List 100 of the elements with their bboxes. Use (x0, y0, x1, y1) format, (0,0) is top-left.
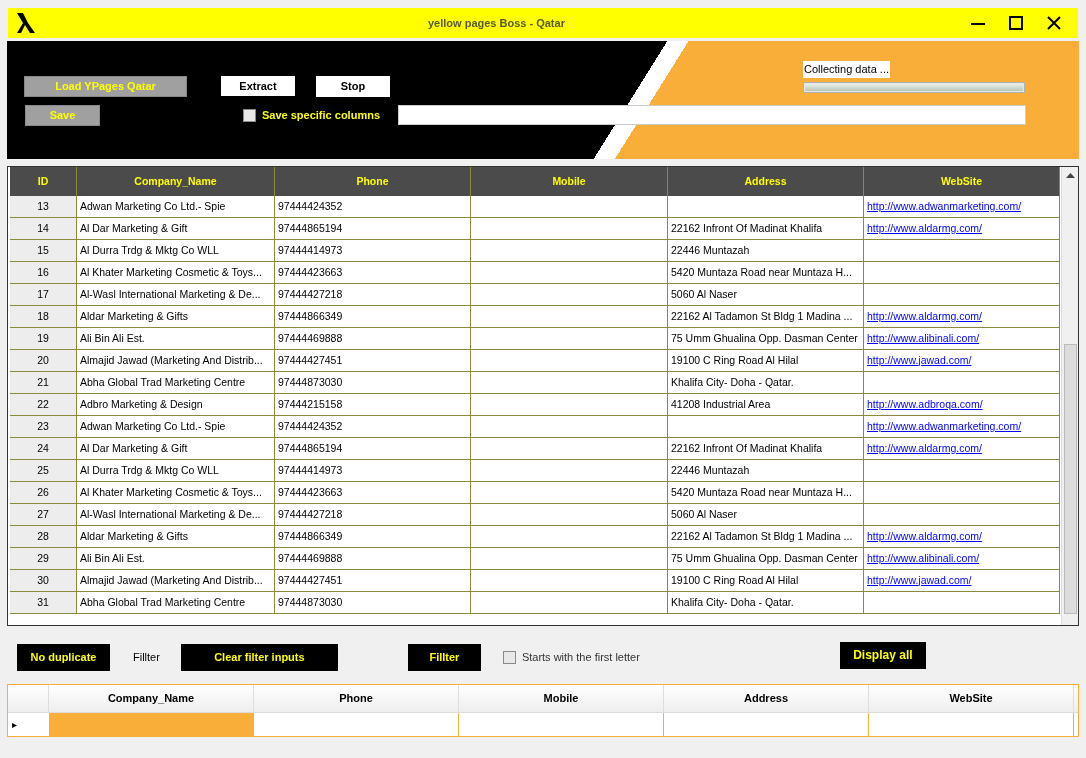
website-link[interactable]: http://www.aldarmg.com/ (867, 440, 982, 457)
checkbox-label: Starts with the first letter (521, 649, 640, 665)
checkbox[interactable] (243, 108, 256, 122)
table-cell-text: 97444873030 (278, 374, 343, 390)
table-cell-text: Al-Wasl International Marketing & De... (80, 286, 261, 302)
table-cell-text: Al Durra Trdg & Mktg Co WLL (80, 242, 219, 258)
table-cell-text: Ali Bin Ali Est. (80, 330, 145, 346)
column-header[interactable]: Company_Name (49, 685, 254, 712)
table-cell-text: 97444423663 (278, 264, 343, 280)
table-cell-text: 75 Umm Ghualina Opp. Dasman Center (671, 550, 858, 566)
website-link[interactable]: http://www.jawad.com/ (867, 352, 972, 369)
row-id: 13 (37, 198, 49, 214)
scroll-up-icon[interactable] (1065, 172, 1075, 178)
column-header[interactable]: WebSite (869, 685, 1074, 712)
column-header[interactable]: WebSite (864, 167, 1060, 196)
column-header[interactable]: Address (668, 167, 864, 196)
table-cell-text: 22446 Muntazah (671, 242, 750, 258)
column-header[interactable]: Address (664, 685, 869, 712)
table-cell-text: Abha Global Trad Marketing Centre (80, 374, 246, 390)
table-cell-text: 22446 Muntazah (671, 462, 750, 478)
table-cell-text: 97444865194 (278, 220, 343, 236)
checkbox[interactable] (502, 650, 516, 664)
row-id: 30 (37, 572, 49, 588)
clear-filter-button[interactable]: Clear filter inputs (180, 643, 338, 671)
maximize-icon[interactable] (1008, 15, 1024, 31)
table-cell-text: 5060 Al Naser (671, 506, 737, 522)
row-id: 31 (37, 594, 49, 610)
table-cell-text: Abha Global Trad Marketing Centre (80, 594, 246, 610)
table-cell-text: Al Khater Marketing Cosmetic & Toys... (80, 484, 262, 500)
status-label: Collecting data ... (803, 61, 890, 78)
row-id: 28 (37, 528, 49, 544)
table-cell-text: 97444469888 (278, 550, 343, 566)
table-cell-text: 97444423663 (278, 484, 343, 500)
table-cell-text: Almajid Jawad (Marketing And Distrib... (80, 352, 263, 368)
filter-button[interactable]: Fillter (407, 643, 481, 671)
website-link[interactable]: http://www.aldarmg.com/ (867, 528, 982, 545)
column-header[interactable]: Company_Name (77, 167, 275, 196)
column-header[interactable]: Mobile (471, 167, 668, 196)
row-id: 14 (37, 220, 49, 236)
table-cell-text: 5060 Al Naser (671, 286, 737, 302)
table-cell-text: Aldar Marketing & Gifts (80, 308, 188, 324)
column-header[interactable]: Phone (254, 685, 459, 712)
row-id: 18 (37, 308, 49, 324)
website-link[interactable]: http://www.aldarmg.com/ (867, 220, 982, 237)
close-icon[interactable] (1046, 15, 1062, 31)
table-cell-text: 97444427451 (278, 572, 343, 588)
stop-button[interactable]: Stop (316, 75, 390, 97)
website-link[interactable]: http://www.alibinali.com/ (867, 550, 980, 567)
table-cell-text: Al Durra Trdg & Mktg Co WLL (80, 462, 219, 478)
table-cell-text: 22162 Al Tadamon St Bldg 1 Madina ... (671, 308, 853, 324)
table-cell-text: Almajid Jawad (Marketing And Distrib... (80, 572, 263, 588)
table-cell-text: 19100 C Ring Road Al Hilal (671, 572, 799, 588)
table-cell-text: Adbro Marketing & Design (80, 396, 203, 412)
row-id: 26 (37, 484, 49, 500)
row-id: 21 (37, 374, 49, 390)
table-cell-text: 19100 C Ring Road Al Hilal (671, 352, 799, 368)
window-title: yellow pages Boss - Qatar (428, 15, 565, 31)
table-cell-text: Adwan Marketing Co Ltd.- Spie (80, 198, 226, 214)
filter-label: Fillter (133, 649, 160, 665)
row-id: 22 (37, 396, 49, 412)
table-cell-text: 5420 Muntaza Road near Muntaza H... (671, 484, 852, 500)
row-id: 25 (37, 462, 49, 478)
row-marker: ▸ (12, 718, 17, 732)
row-id: 20 (37, 352, 49, 368)
columns-input-field[interactable] (398, 105, 1026, 125)
column-header[interactable]: Phone (275, 167, 471, 196)
table-cell-text: Ali Bin Ali Est. (80, 550, 145, 566)
table-cell-text: 97444873030 (278, 594, 343, 610)
row-id: 24 (37, 440, 49, 456)
website-link[interactable]: http://www.adbroqa.com/ (867, 396, 983, 413)
table-cell-text: Al Dar Marketing & Gift (80, 220, 188, 236)
no-duplicate-button[interactable]: No duplicate (17, 643, 110, 671)
extract-button[interactable]: Extract (221, 76, 295, 96)
scroll-thumb[interactable] (1063, 344, 1077, 614)
table-cell-text: 97444469888 (278, 330, 343, 346)
table-cell-text: 97444866349 (278, 308, 343, 324)
website-link[interactable]: http://www.alibinali.com/ (867, 330, 980, 347)
table-cell-text: 97444427218 (278, 286, 343, 302)
table-cell-text: Al Khater Marketing Cosmetic & Toys... (80, 264, 262, 280)
row-id: 27 (37, 506, 49, 522)
row-id: 23 (37, 418, 49, 434)
website-link[interactable]: http://www.adwanmarketing.com/ (867, 418, 1022, 435)
table-cell-text: 22162 Infront Of Madinat Khalifa (671, 220, 823, 236)
row-id: 17 (37, 286, 49, 302)
website-link[interactable]: http://www.jawad.com/ (867, 572, 972, 589)
checkbox-label: Save specific columns (262, 107, 380, 123)
website-link[interactable]: http://www.adwanmarketing.com/ (867, 198, 1022, 215)
table-cell-text: 97444424352 (278, 418, 343, 434)
table-cell-text: Adwan Marketing Co Ltd.- Spie (80, 418, 226, 434)
table-cell-text: Aldar Marketing & Gifts (80, 528, 188, 544)
filter-input-field[interactable] (49, 713, 254, 736)
website-link[interactable]: http://www.aldarmg.com/ (867, 308, 982, 325)
scrollbar[interactable] (1061, 167, 1078, 625)
display-all-button[interactable]: Display all (839, 641, 926, 669)
table-cell-text: 97444865194 (278, 440, 343, 456)
table-cell-text: 97444427451 (278, 352, 343, 368)
table-cell-text: 97444414973 (278, 462, 343, 478)
table-cell-text: 22162 Infront Of Madinat Khalifa (671, 440, 823, 456)
column-header[interactable]: Mobile (459, 685, 664, 712)
table-cell-text: 97444866349 (278, 528, 343, 544)
